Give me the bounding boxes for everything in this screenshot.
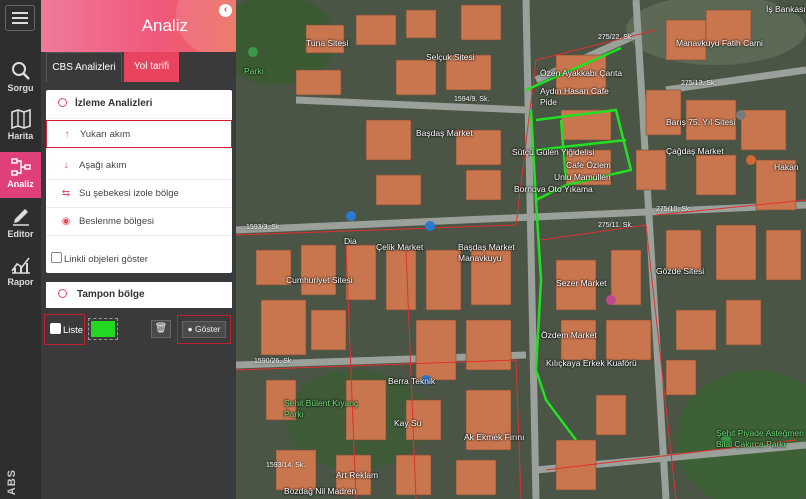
map-label: Hakan	[774, 162, 799, 172]
road-label: 275/10. Sk.	[656, 206, 692, 213]
map-label: Gözde Sitesi	[656, 266, 705, 276]
map-label: Tuna Sitesi	[306, 38, 349, 48]
linked-objects-checkbox-row[interactable]: Linkli objeleri göster	[51, 252, 148, 265]
road-label: 1594/9. Sk.	[454, 96, 490, 103]
tab-cbs-analizleri[interactable]: CBS Analizleri	[46, 52, 122, 82]
rail-item-label: Harita	[7, 131, 34, 141]
map-label: Cumhuriyet Sitesi	[286, 275, 353, 285]
arrow-down-icon: ↓	[63, 160, 69, 171]
search-icon	[11, 62, 30, 80]
map-label: Kay Su	[394, 418, 422, 428]
izleme-analizleri-heading[interactable]: İzleme Analizleri	[46, 90, 232, 119]
left-rail: Sorgu Harita Analiz Editor Rapor ABS	[0, 0, 41, 499]
rail-item-harita[interactable]: Harita	[0, 104, 41, 150]
delete-button[interactable]: 🗑	[151, 320, 171, 338]
goster-button[interactable]: ● Göster	[182, 321, 226, 338]
rail-item-label: Analiz	[7, 179, 34, 189]
tampon-bolge-card[interactable]: Tampon bölge	[46, 282, 232, 308]
map-label: Özdem Market	[541, 330, 597, 340]
linked-objects-checkbox[interactable]	[51, 252, 62, 263]
map-icon	[10, 109, 31, 129]
map-label: Selçuk Sitesi	[426, 52, 475, 62]
chart-icon	[10, 257, 30, 274]
result-controls: Liste 🗑 ● Göster	[41, 312, 236, 348]
network-icon	[10, 158, 31, 176]
map-view[interactable]: Tuna Sitesi Selçuk Sitesi Başdaş Market …	[236, 0, 806, 499]
rail-item-rapor[interactable]: Rapor	[0, 250, 41, 296]
panel-header: Analiz ‹	[41, 0, 236, 52]
hamburger-menu-button[interactable]	[5, 5, 35, 31]
map-label: Başdaş Market Manavkuyu	[458, 242, 515, 263]
option-yukari-akim[interactable]: ↑ Yukarı akım	[46, 120, 232, 148]
map-label: Çelik Market	[376, 242, 424, 252]
tab-yol-tarifi[interactable]: Yol tarifi	[124, 52, 179, 82]
map-label: Özen Ayakkabı Çanta	[540, 68, 623, 78]
map-label: Aydın Hasan Cafe Pide	[540, 86, 609, 107]
rail-item-label: Rapor	[7, 277, 34, 287]
map-label: İş Bankası	[766, 4, 806, 14]
map-label: Şehit Piyade Asteğmen Bilal Çakırca Park…	[716, 428, 804, 449]
arrow-up-icon: ↑	[64, 129, 70, 140]
rail-item-sorgu[interactable]: Sorgu	[0, 56, 41, 102]
pencil-icon	[12, 209, 29, 226]
trash-icon: 🗑	[154, 323, 168, 334]
panel-title: Analiz	[141, 16, 188, 35]
road-label: 1590/26. Sk.	[254, 358, 294, 365]
collapse-panel-button[interactable]: ‹	[219, 4, 232, 17]
panel-tabs: CBS Analizleri Yol tarifi	[41, 52, 236, 82]
road-label: 1593/3. Sk.	[246, 224, 282, 231]
road-label: 275/13. Sk.	[681, 80, 717, 87]
liste-checkbox[interactable]	[50, 323, 61, 334]
map-label: Bornova Oto Yıkama	[514, 184, 593, 194]
map-label: Unlu Mamülleri	[554, 172, 611, 182]
rail-item-analiz[interactable]: Analiz	[0, 152, 41, 198]
radio-ring-icon	[58, 98, 67, 107]
rail-item-editor[interactable]: Editor	[0, 202, 41, 248]
map-label: Dia	[344, 236, 357, 246]
option-su-sebekesi-izole-bolge[interactable]: ⇆ Su şebekesi izole bölge	[46, 180, 232, 208]
map-label: Ak Ekmek Fırını	[464, 432, 525, 442]
swap-icon: ⇆	[61, 188, 71, 199]
map-label: Berra Teknik	[388, 376, 436, 386]
izleme-analizleri-card: İzleme Analizleri ↑ Yukarı akım ↓ Aşağı …	[46, 90, 232, 273]
road-label: 275/22. Sk.	[598, 34, 634, 41]
rail-item-label: Editor	[7, 229, 34, 239]
map-label: Şehit Bülent Kıyanç Parkı	[284, 398, 359, 419]
map-label: Başdaş Market	[416, 128, 473, 138]
map-label: Barış 75. Yıl Sitesi	[666, 117, 736, 127]
map-label: Sezer Market	[556, 278, 607, 288]
color-picker-swatch[interactable]	[88, 318, 118, 340]
map-label: Kılıçkaya Erkek Kuaförü	[546, 358, 637, 368]
liste-checkbox-row[interactable]: Liste	[44, 314, 85, 345]
road-label: 275/11. Sk.	[598, 222, 633, 229]
goster-highlight: ● Göster	[177, 315, 231, 344]
map-label: Parkı	[244, 66, 264, 76]
map-label: Manavkuyu Fatih Cami	[676, 38, 763, 48]
brand-logo-text: ABS	[6, 468, 18, 495]
radio-ring-icon	[58, 289, 67, 298]
map-label: Çağdaş Market	[666, 146, 724, 156]
map-label: Sütçü Gülen Yiğidelisi	[512, 147, 595, 157]
target-icon: ◉	[61, 216, 71, 227]
rail-item-label: Sorgu	[7, 83, 34, 93]
globe-icon: ●	[187, 324, 193, 334]
option-beslenme-bolgesi[interactable]: ◉ Beslenme bölgesi	[46, 208, 232, 236]
road-label: 1593/14. Sk.	[266, 462, 306, 469]
option-asagi-akim[interactable]: ↓ Aşağı akım	[46, 152, 232, 180]
map-label: Bozdağ Nil Madren	[284, 486, 357, 496]
map-label: Art Reklam	[336, 470, 379, 480]
map-label: Cafe Özlem	[566, 160, 611, 170]
